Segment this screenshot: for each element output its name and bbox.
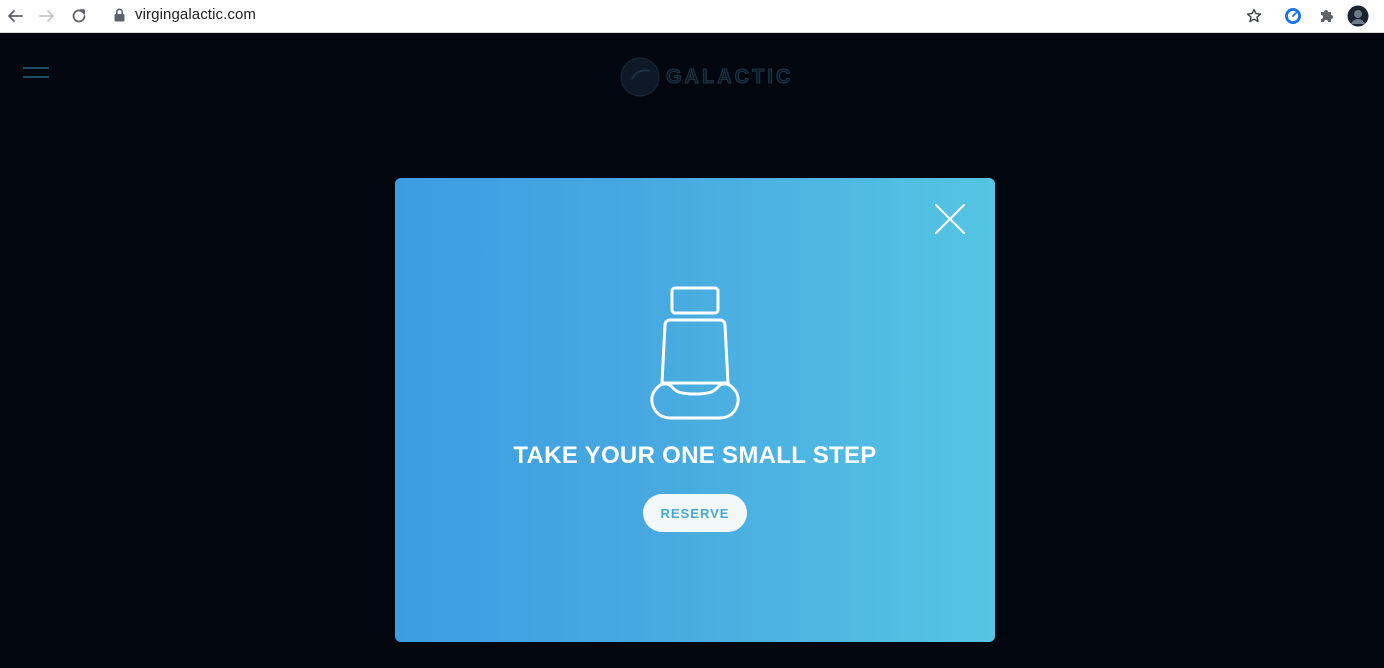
reserve-button[interactable]: RESERVE xyxy=(643,494,747,532)
reload-icon xyxy=(72,9,86,23)
arrow-right-icon xyxy=(39,10,54,22)
forward-button[interactable] xyxy=(36,5,58,27)
reload-button[interactable] xyxy=(68,5,90,27)
lock-icon xyxy=(114,8,125,22)
profile-button[interactable] xyxy=(1346,4,1370,28)
hamburger-icon[interactable] xyxy=(23,67,49,81)
logo-emblem-icon xyxy=(620,57,660,97)
speedometer-icon xyxy=(1285,8,1301,24)
browser-toolbar: virgingalactic.com xyxy=(0,0,1384,33)
site-logo[interactable]: GALACTIC xyxy=(620,49,793,105)
close-icon[interactable] xyxy=(934,203,966,235)
reserve-modal: TAKE YOUR ONE SMALL STEP RESERVE xyxy=(395,178,995,642)
modal-title: TAKE YOUR ONE SMALL STEP xyxy=(513,442,877,469)
extension-button[interactable] xyxy=(1281,4,1305,28)
logo-text: GALACTIC xyxy=(665,65,794,88)
star-icon xyxy=(1246,8,1262,23)
seat-icon xyxy=(650,286,740,420)
arrow-left-icon xyxy=(8,10,23,22)
back-button[interactable] xyxy=(4,5,26,27)
address-bar-url[interactable]: virgingalactic.com xyxy=(135,6,256,23)
bookmark-button[interactable] xyxy=(1242,4,1266,28)
puzzle-icon xyxy=(1321,10,1333,22)
page-background: GALACTIC TAKE YOUR ONE SMALL STEP RESERV… xyxy=(0,33,1384,668)
extensions-menu-button[interactable] xyxy=(1314,4,1338,28)
avatar xyxy=(1347,5,1369,27)
